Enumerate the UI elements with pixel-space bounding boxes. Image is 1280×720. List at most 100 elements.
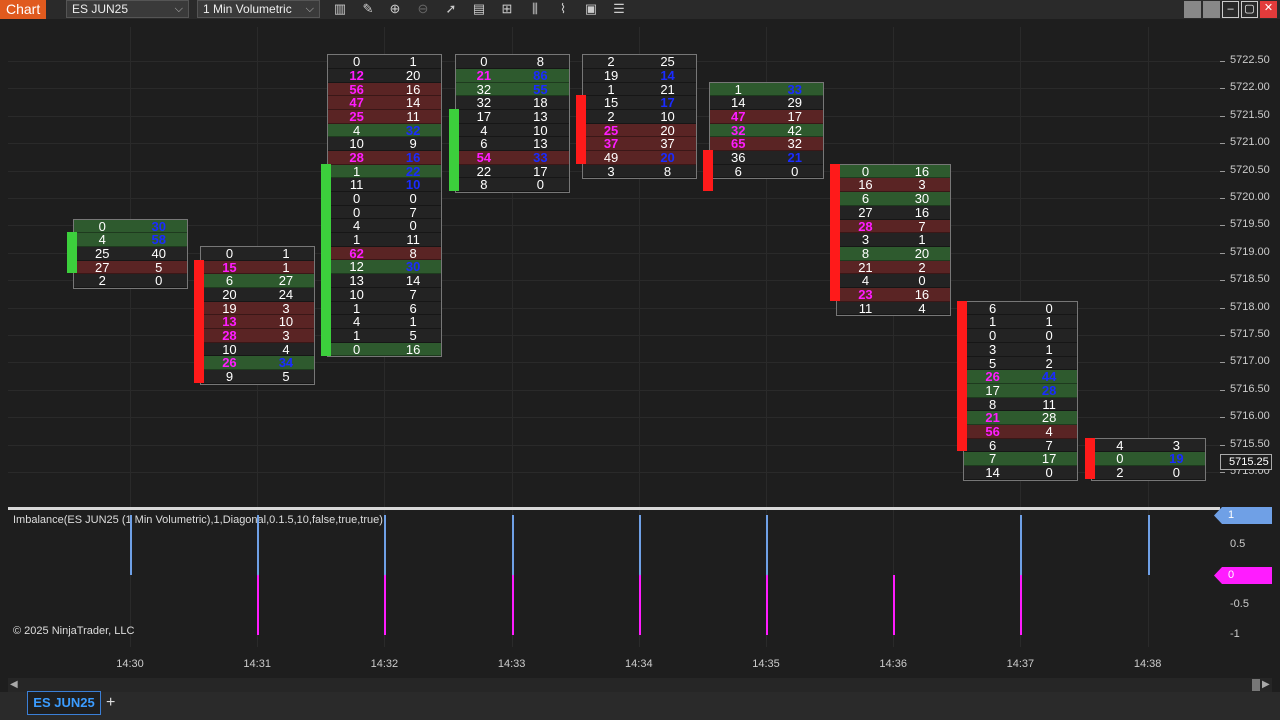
footprint-row: 11 4	[837, 301, 951, 316]
footprint-row: 6 27	[201, 274, 315, 288]
minimize-icon[interactable]: –	[1222, 1, 1239, 18]
footprint-row: 20	[1091, 466, 1205, 480]
bid-volume: 6	[861, 191, 870, 207]
data-box-icon[interactable]: ▤	[471, 1, 487, 17]
bid-volume: 12	[349, 259, 364, 275]
price-label: 5721.50	[1230, 108, 1270, 121]
maximize-icon[interactable]: ▢	[1241, 1, 1258, 18]
footprint-row: 00	[328, 192, 442, 206]
bid-volume: 56	[985, 423, 1000, 439]
panel-separator[interactable]	[8, 507, 1220, 510]
restore-icon[interactable]	[1184, 1, 1201, 18]
bid-volume: 3	[989, 341, 997, 357]
add-tab-button[interactable]: +	[106, 694, 115, 712]
sell-imbalance-bar	[511, 575, 514, 635]
bid-volume: 1	[734, 81, 742, 97]
ask-volume: 13	[533, 108, 548, 124]
bar-style-icon[interactable]: ▥	[332, 1, 348, 17]
properties-icon[interactable]: ⊞	[499, 1, 515, 17]
footprint-row: 8 20	[837, 247, 951, 261]
footprint-table: 6 0 1 1 0 0 3 1 5 2 26 44 17 28 8 11 21 28 56 4 6 7 7 17 14 0	[963, 300, 1079, 481]
bid-volume: 8	[480, 177, 488, 193]
bid-volume: 0	[225, 245, 234, 261]
ask-volume: 1	[282, 259, 290, 275]
footprint-row: 27 16	[837, 206, 951, 220]
footprint-row: 65 32	[710, 137, 823, 151]
footprint-row: 25 11	[328, 110, 442, 124]
ask-volume: 3	[282, 328, 290, 344]
ask-volume: 5	[282, 369, 290, 385]
strategies-icon[interactable]: ⫼	[527, 1, 543, 17]
footprint-row: 25 20	[582, 123, 696, 138]
footprint-row: 6 13	[455, 137, 569, 151]
ask-volume: 10	[660, 108, 675, 124]
instrument-selector[interactable]: ES JUN25 ⌵	[66, 0, 189, 18]
footprint-table: 0 16 16 3 6 30 27 16 28 7 3 1 8 20 21 2 4 0 23 16 11 4	[836, 163, 952, 317]
snap-icon[interactable]	[1203, 1, 1220, 18]
ask-volume: 58	[151, 232, 166, 248]
price-label: 5719.50	[1230, 218, 1270, 231]
footprint-row: 22 17	[455, 164, 569, 179]
indicators-icon[interactable]: ⌇	[555, 1, 571, 17]
ask-volume: 11	[1042, 396, 1056, 412]
title-bar	[0, 0, 1280, 19]
bid-volume: 21	[985, 410, 1000, 426]
indicator-axis-label: -0.5	[1230, 598, 1249, 610]
scroll-right-icon[interactable]: ▶	[1262, 679, 1270, 690]
footprint-row: 10 4	[201, 343, 315, 357]
bid-volume: 0	[353, 341, 361, 357]
footprint-row: 10 9	[328, 136, 442, 152]
tab-es-jun25[interactable]: ES JUN25	[27, 691, 101, 715]
footprint-row: 32 18	[455, 96, 569, 110]
close-icon[interactable]: ✕	[1260, 1, 1277, 18]
bid-volume: 7	[989, 451, 997, 467]
footprint-row: 19 3	[201, 300, 315, 316]
price-tick	[1220, 252, 1225, 254]
instrument-value: ES JUN25	[72, 2, 129, 16]
ask-volume: 8	[536, 54, 544, 70]
draw-tool-icon[interactable]: ✎	[360, 1, 376, 17]
scroll-thumb[interactable]	[1252, 679, 1260, 691]
bid-volume: 37	[603, 136, 619, 152]
ask-volume: 34	[278, 355, 294, 371]
zoom-in-icon[interactable]: ⊕	[387, 1, 403, 17]
ask-volume: 10	[405, 177, 421, 193]
pointer-icon[interactable]: ➚	[443, 1, 459, 17]
bar-type-selector[interactable]: 1 Min Volumetric ⌵	[197, 0, 320, 18]
candle-body	[1084, 437, 1095, 479]
menu-icon[interactable]: ☰	[611, 1, 627, 17]
ask-volume: 40	[151, 245, 166, 261]
ask-volume: 42	[787, 122, 802, 138]
time-label: 14:33	[497, 658, 526, 670]
price-label: 5716.00	[1230, 410, 1270, 423]
bid-volume: 10	[349, 286, 364, 302]
footprint-row: 14 29	[710, 96, 823, 110]
templates-icon[interactable]: ▣	[583, 1, 599, 17]
grid-line-h	[8, 225, 1220, 227]
footprint-row: 01	[201, 245, 315, 261]
bid-volume: 10	[349, 136, 364, 152]
footprint-table: 4 3 0 19 2 0	[1090, 437, 1206, 481]
bid-volume: 0	[861, 163, 870, 179]
ask-volume: 32	[405, 122, 421, 138]
horizontal-scrollbar[interactable]	[8, 678, 1272, 692]
bid-volume: 2	[607, 54, 615, 70]
footprint-row: 16 3	[837, 178, 951, 193]
footprint-table: 0 1 15 1 6 27 20 24 19 3 13 10 28 3 10 4 26 34 9 5	[200, 245, 316, 385]
price-label: 5719.00	[1230, 245, 1270, 258]
footprint-row: 12 30	[328, 259, 442, 275]
bid-volume: 2	[607, 108, 615, 124]
footprint-row: 1 11	[328, 233, 442, 247]
ask-volume: 21	[660, 81, 675, 97]
bid-volume: 13	[222, 314, 237, 330]
ask-volume: 3	[282, 300, 290, 316]
bid-volume: 0	[989, 328, 997, 344]
footprint-row: 40	[837, 274, 951, 288]
footprint-row: 01	[328, 55, 442, 69]
candle-body	[957, 300, 968, 452]
zoom-out-icon[interactable]: ⊖	[415, 1, 431, 17]
scroll-left-icon[interactable]: ◀	[10, 679, 18, 690]
footprint-row: 26 44	[964, 370, 1078, 384]
bid-volume: 32	[731, 122, 746, 138]
bid-volume: 4	[353, 314, 361, 330]
